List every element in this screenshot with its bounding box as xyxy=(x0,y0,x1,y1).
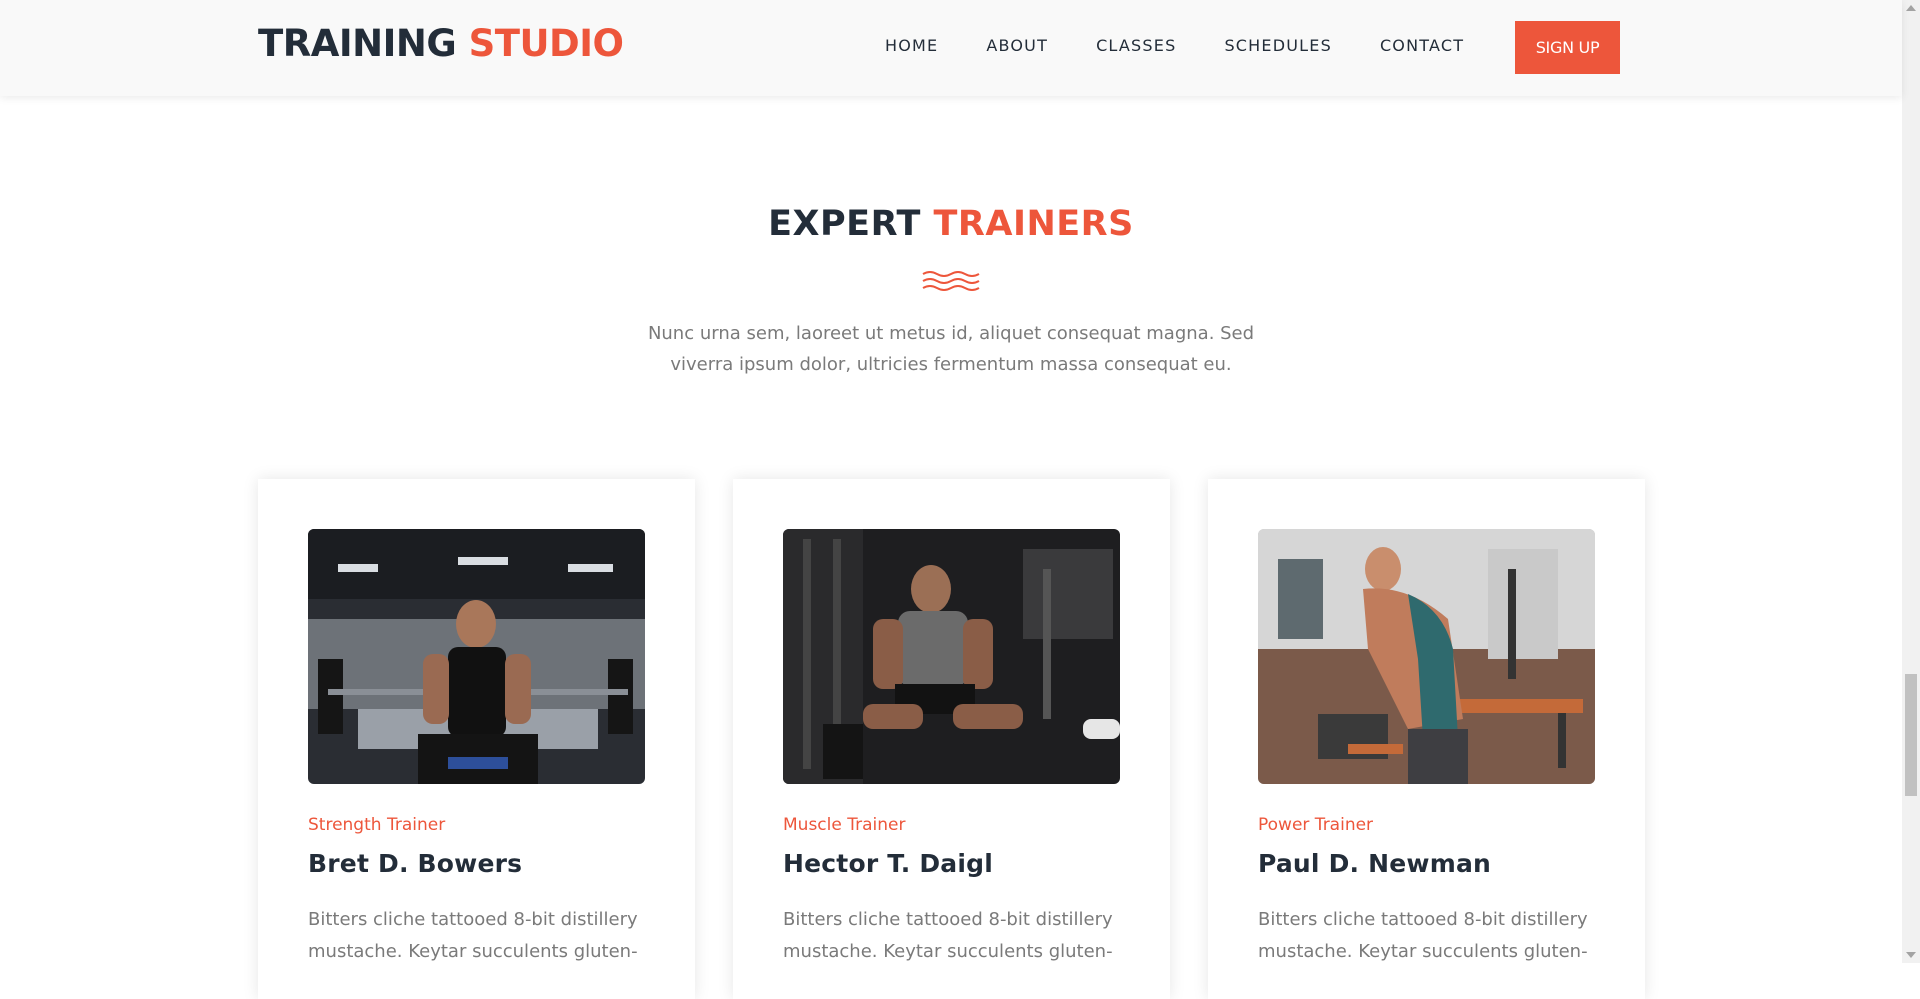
trainer-name[interactable]: Paul D. Newman xyxy=(1258,849,1491,878)
trainer-role: Muscle Trainer xyxy=(783,815,906,835)
nav-classes[interactable]: CLASSES xyxy=(1096,36,1176,55)
nav-schedules[interactable]: SCHEDULES xyxy=(1224,36,1331,55)
trainer-bio: Bitters cliche tattooed 8-bit distillery… xyxy=(1258,909,1588,962)
trainer-name[interactable]: Bret D. Bowers xyxy=(308,849,522,878)
signup-button[interactable]: SIGN UP xyxy=(1515,21,1620,74)
trainer-photo xyxy=(783,529,1120,784)
trainer-photo xyxy=(308,529,645,784)
nav-about[interactable]: ABOUT xyxy=(986,36,1048,55)
nav-contact[interactable]: CONTACT xyxy=(1380,36,1464,55)
brand-logo-part2: STUDIO xyxy=(468,22,624,65)
scroll-down-arrow-icon[interactable] xyxy=(1906,952,1916,958)
trainer-role: Power Trainer xyxy=(1258,815,1374,835)
trainer-name[interactable]: Hector T. Daigl xyxy=(783,849,993,878)
trainer-bio: Bitters cliche tattooed 8-bit distillery… xyxy=(783,909,1113,962)
wave-divider-icon xyxy=(922,271,980,291)
trainer-card-2: Muscle Trainer Hector T. Daigl Bitters c… xyxy=(733,479,1170,999)
scroll-up-arrow-icon[interactable] xyxy=(1906,5,1916,11)
page-scrollbar[interactable] xyxy=(1902,0,1920,963)
trainer-photo xyxy=(1258,529,1595,784)
section-subtitle: Nunc urna sem, laoreet ut metus id, aliq… xyxy=(647,323,1255,375)
nav-home[interactable]: HOME xyxy=(885,36,938,55)
section-title-part1: EXPERT xyxy=(768,204,921,244)
trainer-role: Strength Trainer xyxy=(308,815,446,835)
brand-logo[interactable]: TRAINING STUDIO xyxy=(258,22,624,65)
section-title: EXPERT TRAINERS xyxy=(0,204,1902,244)
site-header: TRAINING STUDIO HOME ABOUT CLASSES SCHED… xyxy=(0,0,1902,96)
section-title-part2: TRAINERS xyxy=(933,204,1134,244)
brand-logo-part1: TRAINING xyxy=(258,22,457,65)
trainer-bio: Bitters cliche tattooed 8-bit distillery… xyxy=(308,909,638,962)
trainer-card-1: Strength Trainer Bret D. Bowers Bitters … xyxy=(258,479,695,999)
main-nav: HOME ABOUT CLASSES SCHEDULES CONTACT xyxy=(885,36,1512,55)
trainer-card-3: Power Trainer Paul D. Newman Bitters cli… xyxy=(1208,479,1645,999)
scrollbar-thumb[interactable] xyxy=(1905,674,1917,796)
